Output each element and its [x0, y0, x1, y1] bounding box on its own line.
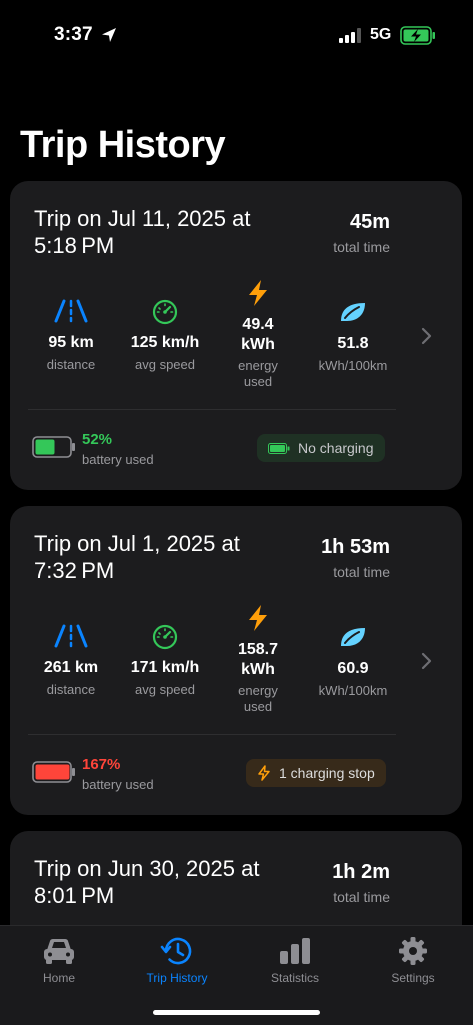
lightning-bolt-icon [249, 605, 267, 631]
battery-percent: 167% [82, 756, 121, 773]
charging-label: 1 charging stop [279, 765, 375, 781]
tab-label: Home [42, 971, 75, 985]
trip-title: Trip on Jun 30, 2025 at 8:01 PM [34, 856, 260, 908]
stat-speed: 125 km/h avg speed [115, 299, 215, 373]
battery-label: battery used [82, 777, 154, 792]
trip-duration-label: total time [333, 889, 390, 905]
speedometer-icon [152, 299, 178, 325]
stat-efficiency: 51.8 kWh/100km [303, 301, 403, 374]
battery-full-icon [268, 442, 290, 454]
trip-card[interactable]: Trip on Jul 11, 2025 at 5:18 PM 45m tota… [10, 181, 462, 490]
stat-energy: 49.4 kWh energy used [208, 279, 308, 390]
energy-label: energy used [238, 683, 278, 714]
speed-value: 125 km/h [130, 334, 200, 351]
home-indicator[interactable] [153, 1010, 320, 1015]
network-type: 5G [370, 26, 392, 43]
efficiency-label: kWh/100km [318, 683, 388, 698]
charging-badge: No charging [257, 434, 385, 462]
trip-duration: 1h 53m [321, 536, 390, 558]
tab-settings[interactable]: Settings [354, 934, 472, 985]
tab-trip-history[interactable]: Trip History [118, 934, 236, 985]
stat-distance: 95 km distance [21, 299, 121, 373]
chevron-right-icon[interactable] [420, 650, 434, 672]
history-icon [160, 937, 192, 965]
speed-label: avg speed [135, 682, 195, 697]
battery-label: battery used [82, 452, 154, 467]
trip-title: Trip on Jul 11, 2025 at 5:18 PM [34, 206, 251, 258]
chart-icon [280, 938, 310, 964]
status-time: 3:37 [54, 24, 93, 45]
stat-energy: 158.7 kWh energy used [208, 604, 308, 715]
distance-label: distance [46, 682, 96, 697]
energy-value: 158.7 kWh [237, 641, 279, 678]
trip-duration: 1h 2m [332, 861, 390, 883]
gear-icon [399, 937, 427, 965]
divider [28, 734, 396, 735]
trip-card[interactable]: Trip on Jul 1, 2025 at 7:32 PM 1h 53m to… [10, 506, 462, 815]
car-icon [44, 939, 74, 964]
leaf-icon [341, 628, 365, 646]
tab-label: Settings [391, 971, 435, 985]
energy-value: 49.4 kWh [241, 316, 275, 353]
tab-home[interactable]: Home [0, 934, 118, 985]
tab-statistics[interactable]: Statistics [236, 934, 354, 985]
charging-label: No charging [298, 440, 374, 456]
trip-duration-label: total time [333, 564, 390, 580]
distance-label: distance [46, 357, 96, 372]
page-title: Trip History [20, 124, 226, 166]
leaf-icon [341, 303, 365, 321]
speed-label: avg speed [135, 357, 195, 372]
charging-stop-icon [258, 765, 270, 781]
efficiency-value: 51.8 [337, 335, 369, 352]
road-icon [54, 299, 88, 323]
cellular-signal-icon [339, 28, 361, 43]
status-bar: 3:37 5G [0, 0, 473, 70]
chevron-right-icon[interactable] [420, 325, 434, 347]
trip-duration: 45m [349, 211, 390, 233]
stat-distance: 261 km distance [21, 624, 121, 698]
energy-label: energy used [238, 358, 278, 389]
trip-title: Trip on Jul 1, 2025 at 7:32 PM [34, 531, 240, 583]
efficiency-label: kWh/100km [318, 358, 388, 373]
speedometer-icon [152, 624, 178, 650]
efficiency-value: 60.9 [337, 660, 369, 677]
trip-duration-label: total time [333, 239, 390, 255]
stat-speed: 171 km/h avg speed [115, 624, 215, 698]
distance-value: 95 km [48, 334, 94, 351]
distance-value: 261 km [43, 659, 99, 676]
location-arrow-icon [102, 28, 116, 42]
battery-icon [32, 436, 75, 458]
tab-label: Statistics [270, 971, 319, 985]
battery-icon [32, 761, 75, 783]
battery-charging-icon [400, 26, 435, 45]
battery-percent: 52% [82, 431, 113, 448]
lightning-bolt-icon [249, 280, 267, 306]
speed-value: 171 km/h [130, 659, 200, 676]
divider [28, 409, 396, 410]
charging-badge: 1 charging stop [246, 759, 386, 787]
stat-efficiency: 60.9 kWh/100km [303, 626, 403, 699]
tab-label: Trip History [146, 971, 208, 985]
road-icon [54, 624, 88, 648]
